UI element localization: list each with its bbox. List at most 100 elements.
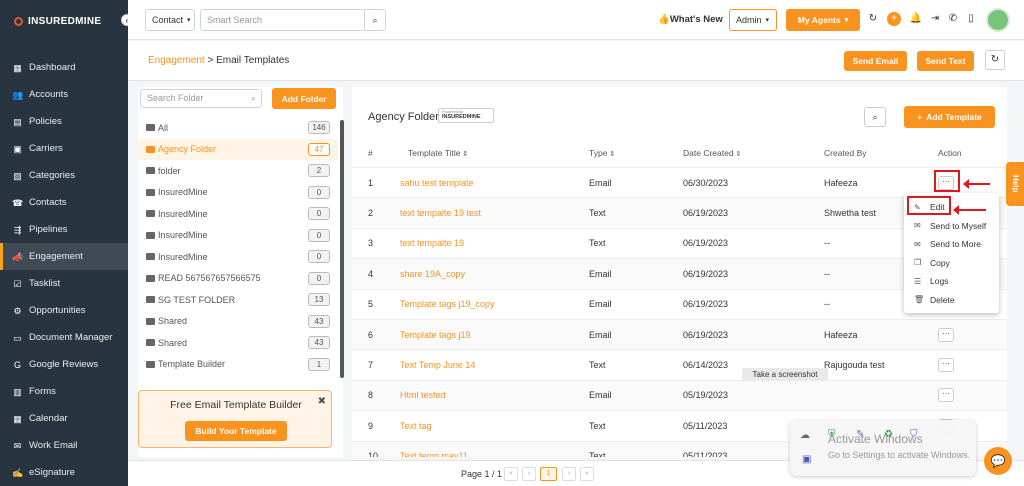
bell-icon[interactable]: 🔔 [909,12,923,26]
template-type: Email [589,299,612,310]
template-title-link[interactable]: share 19A_copy [400,269,465,279]
template-title-link[interactable]: Text Temp June 14 [400,360,475,370]
sidebar-item-opportunities[interactable]: ⚙ Opportunities [0,297,128,324]
menu-item-send-to-myself[interactable]: ✉ Send to Myself [904,217,999,236]
template-title-link[interactable]: Text temp may11 [400,451,468,457]
prev-page-button[interactable]: ‹ [522,467,536,481]
folder-item[interactable]: InsuredMine 0 [138,246,338,268]
phone-icon[interactable]: ✆ [946,12,960,26]
activate-windows-subtitle: Go to Settings to activate Windows. [828,450,971,460]
first-page-button[interactable]: « [504,467,518,481]
badge-brand: INSUREDMINE [442,114,481,120]
refresh-icon[interactable]: ↻ [866,12,880,26]
folder-item[interactable]: folder 2 [138,160,338,182]
smart-search-placeholder: Smart Search [207,15,263,25]
sidebar-item-dashboard[interactable]: ▦ Dashboard [0,54,128,81]
sidebar-item-label: Work Email [29,440,78,451]
sidebar-item-label: Tasklist [29,278,61,289]
template-title-link[interactable]: Text tag [400,421,432,431]
sidebar-item-pipelines[interactable]: ⇶ Pipelines [0,216,128,243]
close-icon[interactable]: ✖ [318,396,326,407]
folder-count-badge: 1 [308,357,330,371]
date-created: 05/11/2023 [683,420,728,431]
row-number: 1 [368,177,374,188]
sidebar-item-engagement[interactable]: 📣 Engagement [0,243,128,270]
my-agents-button[interactable]: My Agents ▾ [786,9,860,31]
column-header-2[interactable]: Type ⇕ [589,148,615,158]
column-header-1[interactable]: Template Title ⇕ [408,148,468,158]
brand-logo[interactable]: INSUREDMINE ‹ [0,0,133,42]
sidebar-item-work-email[interactable]: ✉ Work Email [0,432,128,459]
contact-select[interactable]: Contact ▾ [145,9,195,31]
sms-icon[interactable]: ▯ [964,12,978,26]
menu-item-logs[interactable]: ☰ Logs [904,272,999,291]
system-tray-popup: ☁ ⛨ ✎ ♻ ⛉ ▣ Activate Windows Go to Setti… [790,420,976,476]
sidebar-item-carriers[interactable]: ▣ Carriers [0,135,128,162]
avatar[interactable] [986,8,1010,32]
add-folder-button[interactable]: Add Folder [272,88,336,109]
reload-button[interactable]: ↻ [985,50,1005,70]
folder-item[interactable]: All 146 [138,117,338,139]
search-folder-input[interactable]: Search Folder ⌕ [140,89,262,108]
sidebar-item-forms[interactable]: ▥ Forms [0,378,128,405]
build-template-button[interactable]: Build Your Template [185,421,287,441]
column-header-3[interactable]: Date Created ⇕ [683,148,741,158]
next-page-button[interactable]: › [562,467,576,481]
folder-icon: ▭ [13,332,22,343]
sidebar-item-policies[interactable]: ▤ Policies [0,108,128,135]
smart-search-input[interactable]: Smart Search [200,9,366,31]
powered-by-badge: Powered by INSUREDMINE [438,108,494,123]
last-page-button[interactable]: » [580,467,594,481]
teams-icon[interactable]: ▣ [802,454,811,465]
table-search-button[interactable]: ⌕ [864,107,886,127]
row-action-button[interactable]: ··· [938,388,954,403]
tasklist-icon: ☑ [13,278,22,289]
menu-item-copy[interactable]: ❐ Copy [904,254,999,273]
page-1-button[interactable]: 1 [540,467,557,481]
cloud-icon[interactable]: ☁ [800,430,810,441]
folder-item[interactable]: InsuredMine 0 [138,203,338,225]
search-button[interactable]: ⌕ [364,9,386,31]
folder-item[interactable]: Shared 43 [138,332,338,354]
folder-scrollbar[interactable] [340,120,344,378]
row-number: 3 [368,238,374,249]
whats-new-link[interactable]: 👍What's New [658,14,723,25]
add-template-button[interactable]: + Add Template [904,106,995,128]
table-header: # Template Title ⇕ Type ⇕ Date Created ⇕ Cre… [352,142,1007,166]
template-title-link[interactable]: text tempalte 19 test [400,208,481,218]
sidebar-item-accounts[interactable]: 👥 Accounts [0,81,128,108]
menu-item-send-to-more[interactable]: ✉ Send to More [904,235,999,254]
folder-item[interactable]: InsuredMine 0 [138,225,338,247]
logout-icon[interactable]: ⇥ [928,12,942,26]
sidebar-item-calendar[interactable]: ▦ Calendar [0,405,128,432]
folder-label: Shared [158,337,188,348]
template-title-link[interactable]: Html tested [400,390,446,400]
date-created: 06/19/2023 [683,329,729,340]
folder-item[interactable]: Template Builder 1 [138,354,338,376]
send-email-button[interactable]: Send Email [844,51,907,71]
help-tab[interactable]: Help [1006,162,1024,206]
sidebar-item-document-manager[interactable]: ▭ Document Manager [0,324,128,351]
sidebar-item-contacts[interactable]: ☎ Contacts [0,189,128,216]
sidebar-item-tasklist[interactable]: ☑ Tasklist [0,270,128,297]
menu-item-delete[interactable]: 🗑 Delete [904,291,999,310]
row-action-button[interactable]: ··· [938,357,954,372]
plus-icon[interactable]: + [887,12,901,26]
sidebar-item-categories[interactable]: ▧ Categories [0,162,128,189]
folder-item[interactable]: InsuredMine 0 [138,182,338,204]
template-title-link[interactable]: Template tags j19_copy [400,299,495,309]
folder-item[interactable]: Shared 43 [138,311,338,333]
template-title-link[interactable]: Template tags j19 [400,330,471,340]
admin-select[interactable]: Admin ▾ [729,9,777,31]
template-title-link[interactable]: text tempalte 19 [400,238,464,248]
sidebar-item-google-reviews[interactable]: G Google Reviews [0,351,128,378]
folder-item[interactable]: SG TEST FOLDER 13 [138,289,338,311]
template-title-link[interactable]: sahu test template [400,178,474,188]
chat-button[interactable]: 💬 [984,447,1012,475]
row-action-button[interactable]: ··· [938,327,954,342]
breadcrumb-engagement[interactable]: Engagement [148,55,205,66]
folder-item[interactable]: READ 567567657566575 0 [138,268,338,290]
sidebar-item-esignature[interactable]: ✍ eSignature [0,459,128,486]
folder-item[interactable]: Agency Folder 47 [138,138,338,160]
send-text-button[interactable]: Send Text [917,51,974,71]
